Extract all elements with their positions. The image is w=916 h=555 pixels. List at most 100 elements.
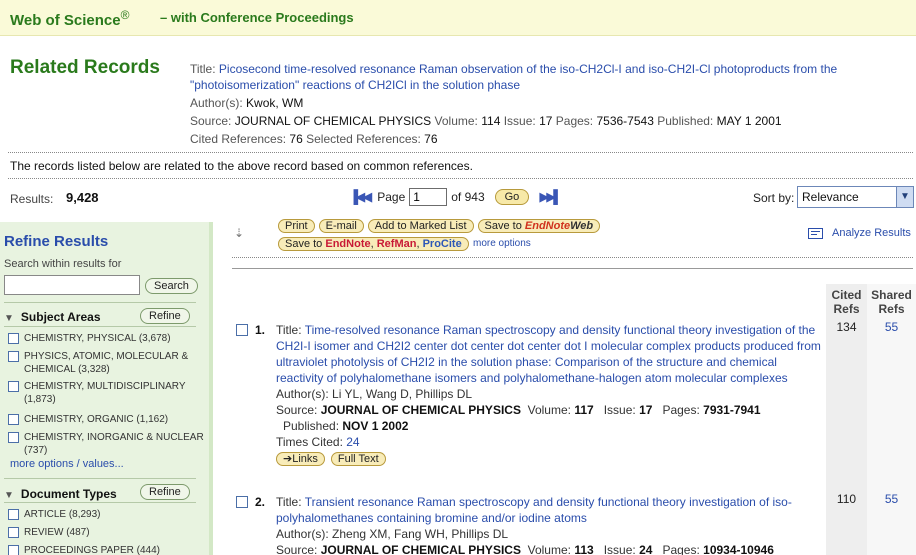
record-issue: 17 [639,403,653,417]
source-label: Source: [190,114,232,128]
print-button[interactable]: Print [278,219,315,233]
first-prev-page-icon[interactable]: ▐◀◀ [349,189,372,205]
record-volume: 117 [574,403,594,417]
doctype-item[interactable]: PROCEEDINGS PAPER (444) [8,544,204,555]
record-volume: 113 [574,543,594,555]
record-title-link[interactable]: Time-resolved resonance Raman spectrosco… [276,323,821,385]
next-last-page-icon[interactable]: ▶▶▌ [539,189,562,205]
source-record: Title: Picosecond time-resolved resonanc… [190,61,880,149]
sort-select[interactable]: Relevance ▼ [797,186,914,208]
links-label: Links [292,453,318,465]
procite-logo: ProCite [422,238,462,250]
analyze-label: Analyze Results [832,227,911,239]
sort-selected-value: Relevance [802,190,859,204]
triangle-down-icon[interactable]: ▼ [4,313,14,324]
doctype-refine-button[interactable]: Refine [140,484,190,500]
doctype-item-label: ARTICLE (8,293) [24,509,101,520]
source-record-title-link[interactable]: Picosecond time-resolved resonance Raman… [190,62,837,92]
authors-label: Author(s): [276,387,329,401]
volume-label: Volume: [527,543,571,555]
record-pages: 10934-10946 [703,543,774,555]
add-to-marked-list-button[interactable]: Add to Marked List [367,219,474,233]
divider [8,178,913,179]
selected-references-label: Selected References: [306,132,421,146]
source-label: Source: [276,543,318,555]
shared-refs-link[interactable]: 55 [867,492,916,506]
subject-item-label: CHEMISTRY, MULTIDISCIPLINARY (1,873) [24,381,186,405]
output-toolbar-bottom: Save to EndNote, RefMan, ProCite [278,237,473,251]
email-button[interactable]: E-mail [318,219,364,233]
cited-refs-header: Cited Refs [826,288,867,316]
checkbox[interactable] [8,333,19,344]
checkbox[interactable] [8,414,19,425]
checkbox[interactable] [8,527,19,538]
selected-references-count: 76 [424,132,438,146]
checkbox[interactable] [8,381,19,392]
record-checkbox[interactable] [236,496,248,508]
authors-label: Author(s): [276,527,329,541]
save-to-endnote-web-button[interactable]: Save to EndNoteWeb [477,219,601,233]
subject-item[interactable]: PHYSICS, ATOMIC, MOLECULAR & CHEMICAL (3… [8,350,204,376]
analyze-results-link[interactable]: Analyze Results [808,227,911,239]
divider [4,478,196,479]
search-within-input[interactable] [4,275,140,295]
issue-label: Issue: [603,403,636,417]
pages-label: Pages: [555,114,594,128]
record-issue: 24 [639,543,653,555]
record-number: 2. [255,495,266,509]
subject-item[interactable]: CHEMISTRY, PHYSICAL (3,678) [8,332,204,345]
pages-label: Pages: [662,403,700,417]
doctype-item[interactable]: ARTICLE (8,293) [8,508,204,521]
subject-item[interactable]: CHEMISTRY, INORGANIC & NUCLEAR (737) [8,431,204,457]
endnote-logo: EndNote [325,238,371,250]
source-issue: 17 [539,114,553,128]
issue-label: Issue: [603,543,636,555]
record-authors: Zheng XM, Fang WH, Phillips DL [332,527,509,541]
source-record-authors: Kwok, WM [246,96,304,110]
divider [8,152,913,153]
save-to-endnote-refman-procite-button[interactable]: Save to EndNote, RefMan, ProCite [278,237,469,251]
subject-item-label: CHEMISTRY, ORGANIC (1,162) [24,414,169,425]
record-title-link[interactable]: Transient resonance Raman spectroscopy a… [276,495,792,525]
subject-item[interactable]: CHEMISTRY, ORGANIC (1,162) [8,413,204,426]
save-to-label: Save to [484,220,522,232]
go-button[interactable]: Go [494,189,530,205]
checkbox[interactable] [8,351,19,362]
volume-label: Volume: [527,403,571,417]
facet-subject-areas[interactable]: ▼ Subject Areas [4,310,101,324]
links-button[interactable]: ➔Links [276,452,325,466]
doctype-item-label: PROCEEDINGS PAPER (444) [24,545,160,555]
facet-title: Subject Areas [20,310,101,324]
brand-reg-mark: ® [120,8,130,22]
subject-more-options-link[interactable]: more options / values... [10,458,124,470]
source-volume: 114 [481,114,501,128]
subject-item-label: CHEMISTRY, INORGANIC & NUCLEAR (737) [24,432,204,456]
checkbox[interactable] [8,432,19,443]
brand-name: Web of Science [10,12,121,29]
shared-refs-link[interactable]: 55 [867,320,916,334]
brand-logo[interactable]: Web of Science® [10,8,129,29]
triangle-down-icon[interactable]: ▼ [4,490,14,501]
output-toolbar-top: Print E-mail Add to Marked List Save to … [278,219,604,233]
facet-document-types[interactable]: ▼ Document Types [4,487,117,501]
checkbox[interactable] [8,509,19,520]
subject-item[interactable]: CHEMISTRY, MULTIDISCIPLINARY (1,873) [8,380,204,406]
published-label: Published: [283,419,340,433]
times-cited-link[interactable]: 24 [346,435,359,449]
more-options-link[interactable]: more options [473,238,531,249]
search-within-button[interactable]: Search [145,278,198,294]
times-cited-label: Times Cited: [276,435,343,449]
chevron-down-icon[interactable]: ▼ [896,187,913,207]
divider [232,268,913,269]
doctype-item[interactable]: REVIEW (487) [8,526,204,539]
divider [4,302,196,303]
subject-refine-button[interactable]: Refine [140,308,190,324]
page-number-input[interactable] [409,188,448,206]
full-text-button[interactable]: Full Text [330,452,386,466]
published-label: Published: [657,114,714,128]
checkbox[interactable] [8,545,19,555]
record-checkbox[interactable] [236,324,248,336]
endnote-logo: EndNote [524,220,571,232]
header-line: Shared [871,288,912,302]
record-authors: Li YL, Wang D, Phillips DL [332,387,473,401]
